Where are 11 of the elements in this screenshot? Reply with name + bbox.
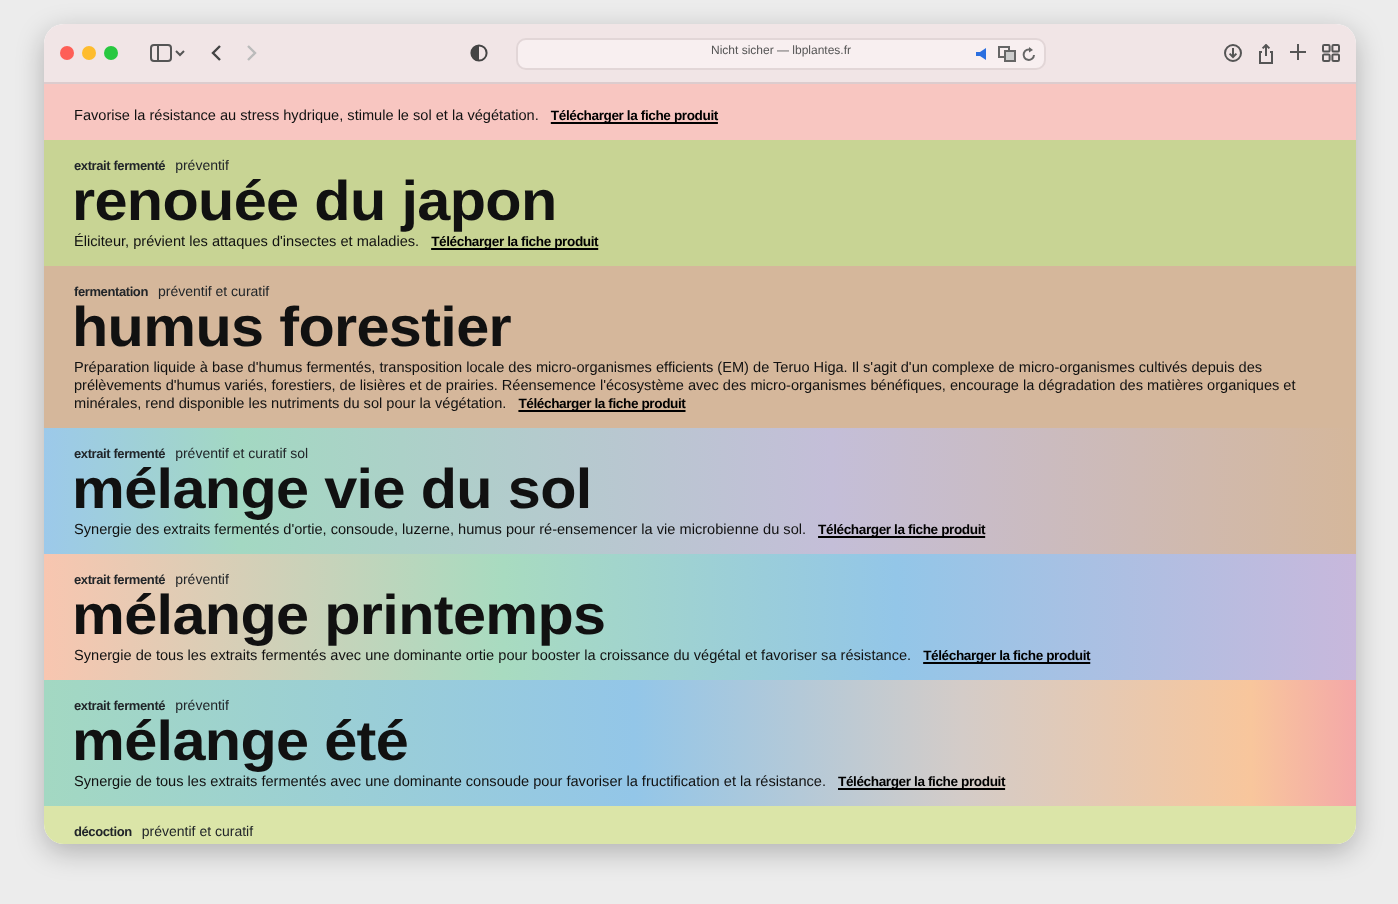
reload-icon[interactable] (1022, 45, 1036, 61)
tab-overview-icon[interactable] (1322, 43, 1340, 61)
speaker-icon[interactable] (976, 45, 992, 61)
translate-icon[interactable] (998, 45, 1016, 61)
new-tab-icon[interactable] (1290, 43, 1306, 59)
download-icon[interactable] (1224, 43, 1242, 61)
sidebar-icon[interactable] (150, 44, 186, 62)
privacy-icon[interactable] (470, 44, 488, 62)
back-button[interactable] (210, 44, 222, 62)
share-icon[interactable] (1258, 43, 1274, 63)
product-title: humus forestier (72, 302, 512, 352)
